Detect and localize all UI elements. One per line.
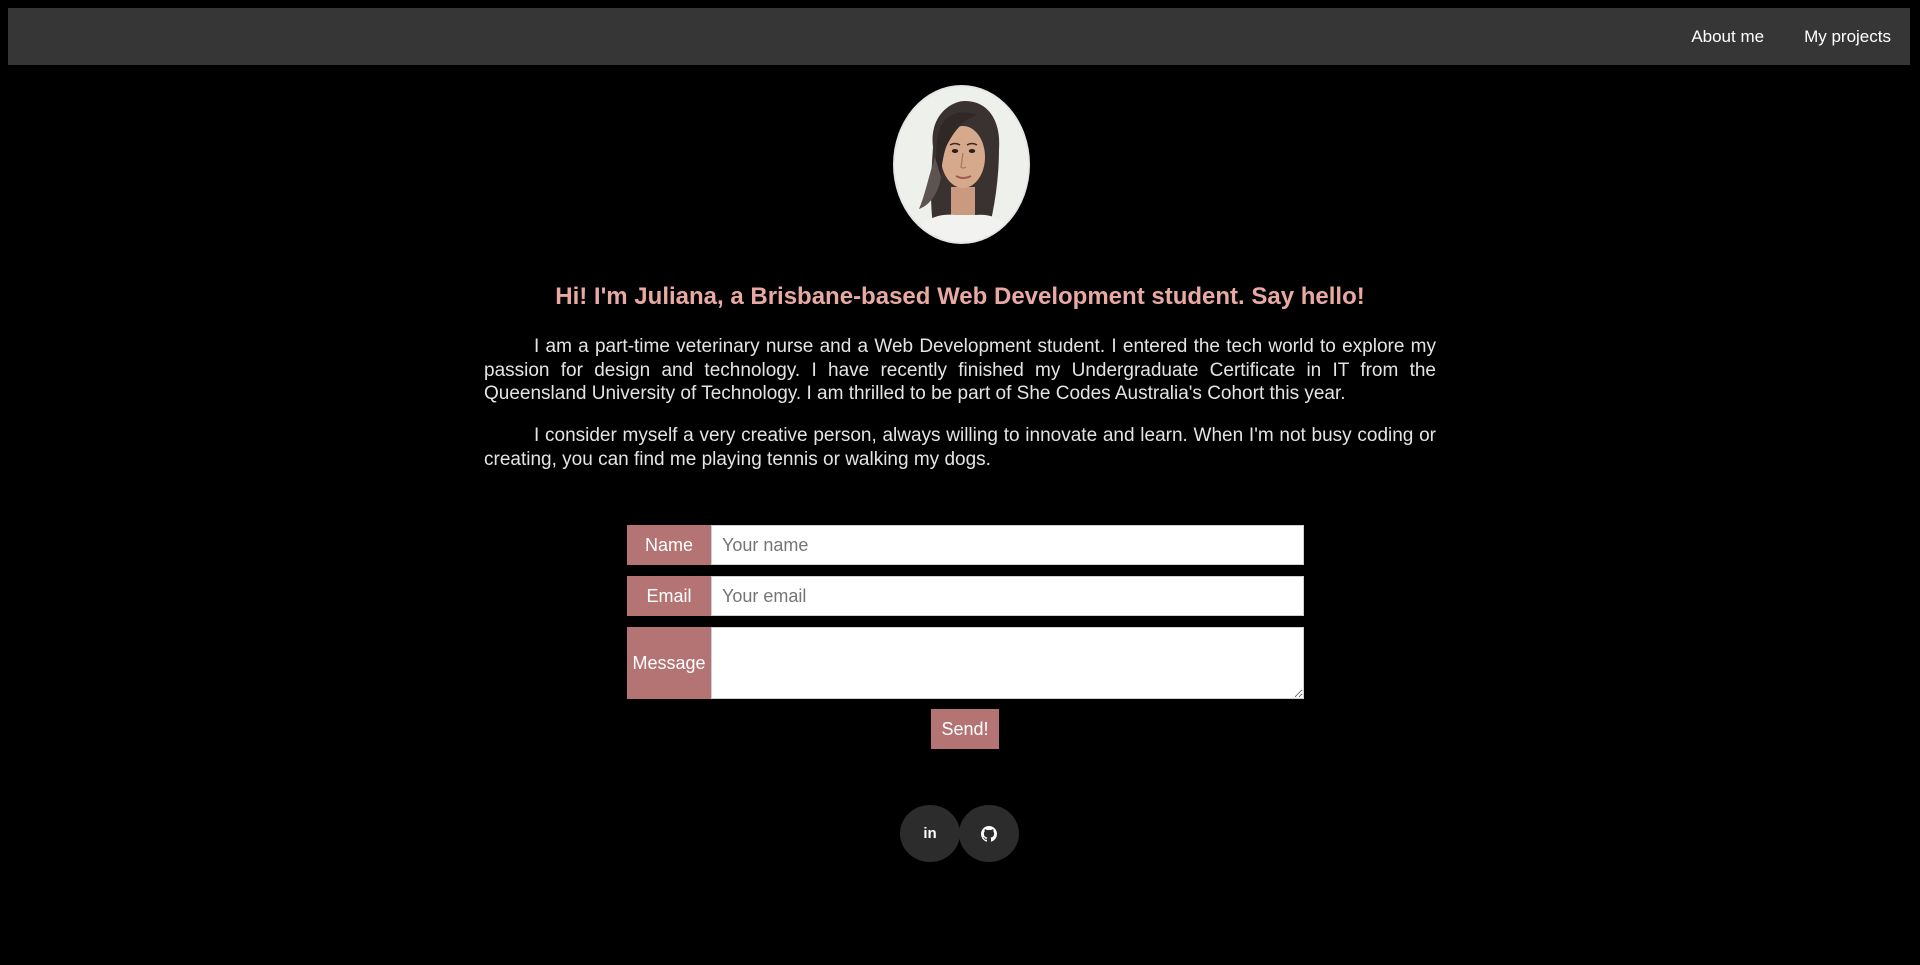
email-field[interactable]: [711, 576, 1304, 616]
nav-link-about[interactable]: About me: [1691, 27, 1764, 47]
message-label: Message: [627, 627, 711, 699]
top-navbar: About me My projects: [8, 8, 1910, 65]
bio-paragraph-1: I am a part-time veterinary nurse and a …: [484, 336, 1436, 404]
message-row: Message: [627, 627, 1304, 699]
linkedin-link[interactable]: in: [900, 805, 960, 862]
github-icon: [981, 825, 997, 842]
bio-paragraph-2: I consider myself a very creative person…: [484, 425, 1436, 470]
github-link[interactable]: [959, 805, 1019, 862]
intro-headline: Hi! I'm Juliana, a Brisbane-based Web De…: [555, 283, 1365, 310]
nav-link-projects[interactable]: My projects: [1804, 27, 1891, 47]
name-label: Name: [627, 525, 711, 565]
name-row: Name: [627, 525, 1304, 565]
email-label: Email: [627, 576, 711, 616]
message-field[interactable]: [711, 627, 1304, 699]
profile-photo: [893, 85, 1030, 244]
profile-photo-illustration: [895, 87, 1028, 242]
email-row: Email: [627, 576, 1304, 616]
page: About me My projects Hi! I'm Juliana, a …: [0, 0, 1920, 965]
name-field[interactable]: [711, 525, 1304, 565]
linkedin-icon: in: [923, 825, 937, 842]
send-button[interactable]: Send!: [931, 709, 999, 749]
